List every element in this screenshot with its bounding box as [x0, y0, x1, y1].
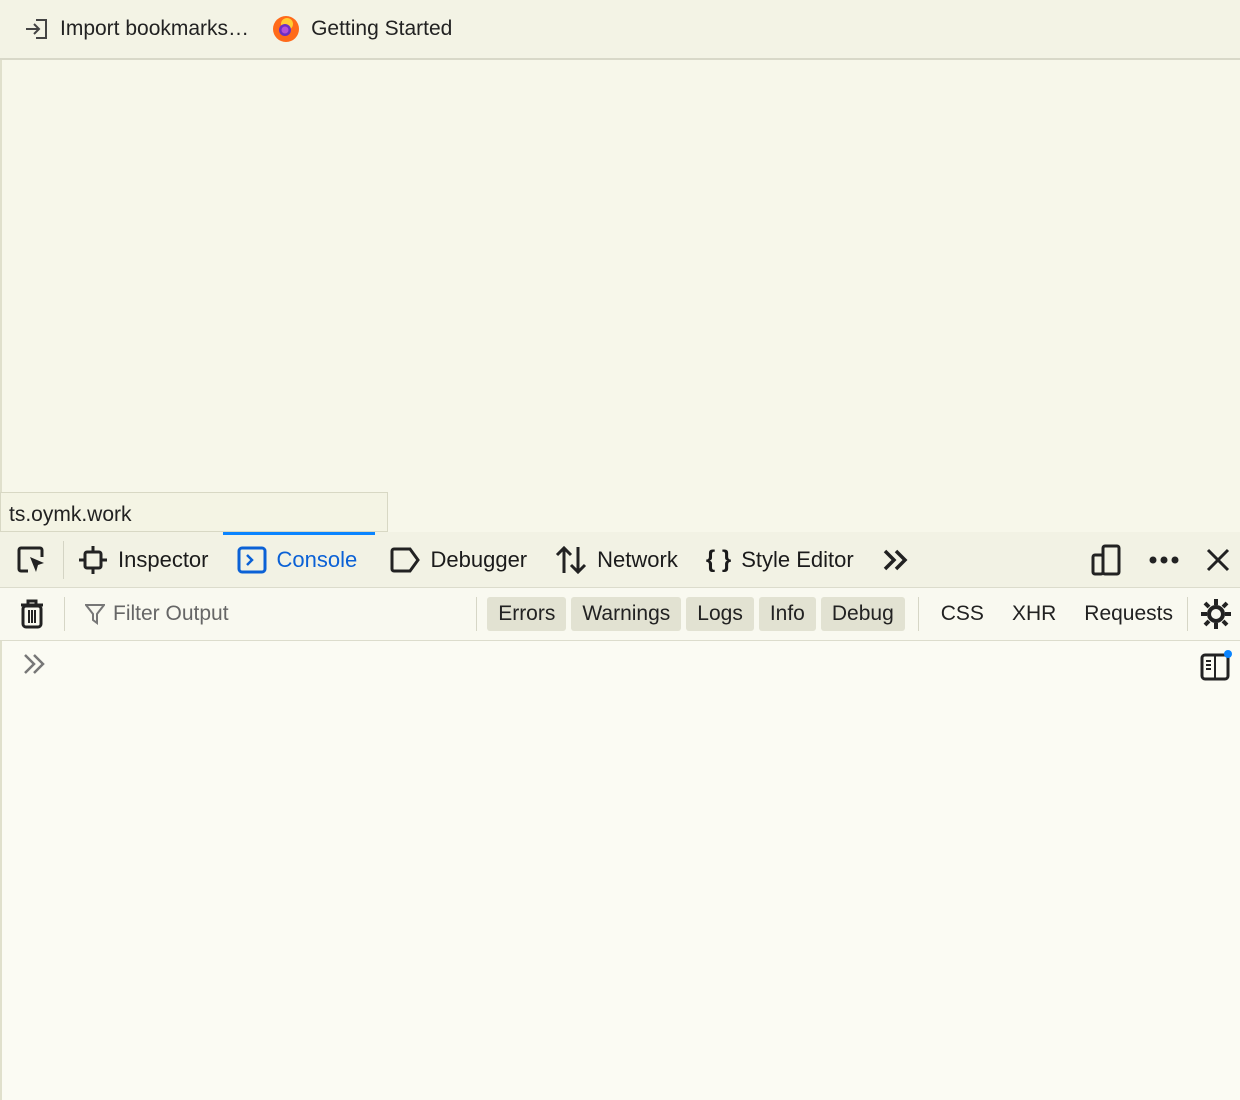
console-icon: [237, 546, 267, 574]
tab-console[interactable]: Console: [222, 531, 375, 588]
trash-icon: [20, 599, 44, 629]
page-content: [0, 60, 1240, 532]
tab-label: Network: [597, 546, 678, 572]
console-toolbar: Filter Output Errors Warnings Logs Info …: [0, 588, 1240, 641]
responsive-design-icon[interactable]: [1090, 544, 1122, 576]
more-options-icon[interactable]: [1148, 555, 1180, 565]
clear-console-button[interactable]: [0, 599, 64, 629]
filter-errors[interactable]: Errors: [487, 597, 567, 631]
import-icon: [24, 17, 50, 41]
filter-css[interactable]: CSS: [927, 602, 998, 626]
inspector-icon: [78, 545, 108, 575]
debugger-icon: [389, 547, 421, 573]
element-picker-button[interactable]: [0, 540, 64, 579]
close-icon[interactable]: [1206, 548, 1230, 572]
filter-placeholder: Filter Output: [113, 602, 229, 625]
chevron-double-right-icon: [882, 548, 910, 572]
status-url: ts.oymk.work: [0, 492, 388, 532]
tab-label: Debugger: [430, 546, 528, 572]
filter-warnings[interactable]: Warnings: [571, 597, 682, 631]
style-editor-icon: { }: [705, 545, 732, 573]
tab-network[interactable]: Network: [541, 532, 692, 588]
network-icon: [555, 545, 587, 575]
filter-logs[interactable]: Logs: [686, 597, 754, 631]
filter-debug[interactable]: Debug: [820, 597, 905, 631]
tab-inspector[interactable]: Inspector: [64, 532, 223, 588]
divider: [476, 597, 478, 631]
filter-info[interactable]: Info: [758, 597, 816, 631]
firefox-icon: [271, 14, 301, 44]
settings-icon[interactable]: [1188, 598, 1240, 630]
picker-icon: [16, 545, 48, 575]
filter-xhr[interactable]: XHR: [998, 602, 1070, 626]
filter-output-input[interactable]: Filter Output: [65, 602, 476, 626]
bookmark-getting-started[interactable]: Getting Started: [271, 14, 452, 44]
tab-label: Inspector: [118, 546, 209, 572]
tab-debugger[interactable]: Debugger: [375, 532, 542, 588]
console-output: [0, 641, 1240, 1100]
bookmarks-toolbar: Import bookmarks… Getting Started: [0, 0, 1240, 60]
more-tools-button[interactable]: [868, 532, 924, 588]
filter-requests[interactable]: Requests: [1070, 602, 1187, 626]
sidebar-toggle-icon[interactable]: [1200, 649, 1232, 681]
console-input-prompt-icon[interactable]: [22, 653, 46, 675]
filter-icon: [85, 603, 105, 625]
bookmark-import[interactable]: Import bookmarks…: [24, 17, 249, 41]
bookmark-label: Getting Started: [311, 17, 453, 40]
tab-style-editor[interactable]: { } Style Editor: [692, 532, 868, 588]
divider: [917, 597, 919, 631]
bookmark-label: Import bookmarks…: [60, 17, 250, 40]
tab-label: Console: [276, 546, 358, 572]
devtools-tabbar: Inspector Console Debugger Network { } S…: [0, 531, 1240, 588]
tab-label: Style Editor: [741, 546, 854, 572]
